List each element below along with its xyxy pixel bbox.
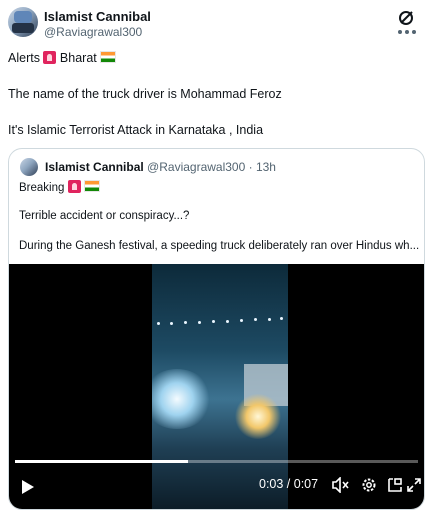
quoted-timestamp[interactable]: · 13h: [249, 160, 276, 174]
quoted-author-avatar[interactable]: [20, 158, 38, 176]
gear-icon[interactable]: [361, 477, 377, 493]
video-progress-fill: [15, 460, 188, 463]
quoted-text-line3: During the Ganesh festival, a speeding t…: [19, 240, 420, 252]
bharat-text: Bharat: [59, 51, 97, 65]
video-time: 0:03 / 0:07: [259, 477, 319, 491]
more-options-icon[interactable]: [396, 28, 418, 36]
quoted-post[interactable]: Islamist Cannibal @Raviagrawal300 · 13h …: [8, 148, 425, 510]
police-light-emoji: [67, 180, 81, 193]
alerts-text: Alerts: [8, 51, 40, 65]
fullscreen-icon[interactable]: [407, 478, 421, 492]
video-player[interactable]: 0:03 / 0:07: [9, 264, 424, 509]
picture-in-picture-icon[interactable]: [387, 477, 403, 493]
india-flag-emoji: [83, 180, 100, 192]
quoted-header: Islamist Cannibal @Raviagrawal300 · 13h: [45, 160, 276, 174]
post-text-line3: It's Islamic Terrorist Attack in Karnata…: [8, 123, 264, 137]
post-text-line1: Alerts Bharat: [8, 51, 117, 65]
video-frame: [152, 264, 288, 509]
police-light-emoji: [43, 51, 57, 64]
quoted-text-line2: Terrible accident or conspiracy...?: [19, 210, 190, 222]
author-handle[interactable]: @Raviagrawal300: [44, 25, 142, 39]
mute-icon[interactable]: [332, 477, 350, 493]
author-avatar[interactable]: [8, 7, 38, 37]
quoted-text-line1: Breaking: [19, 180, 100, 194]
play-icon[interactable]: [21, 479, 35, 495]
quoted-author-name[interactable]: Islamist Cannibal: [45, 160, 144, 174]
post-text-line2: The name of the truck driver is Mohammad…: [8, 87, 282, 101]
grok-icon[interactable]: [396, 8, 416, 28]
india-flag-emoji: [100, 51, 117, 63]
author-name[interactable]: Islamist Cannibal: [44, 9, 151, 24]
breaking-text: Breaking: [19, 182, 65, 194]
quoted-author-handle[interactable]: @Raviagrawal300: [147, 160, 245, 174]
